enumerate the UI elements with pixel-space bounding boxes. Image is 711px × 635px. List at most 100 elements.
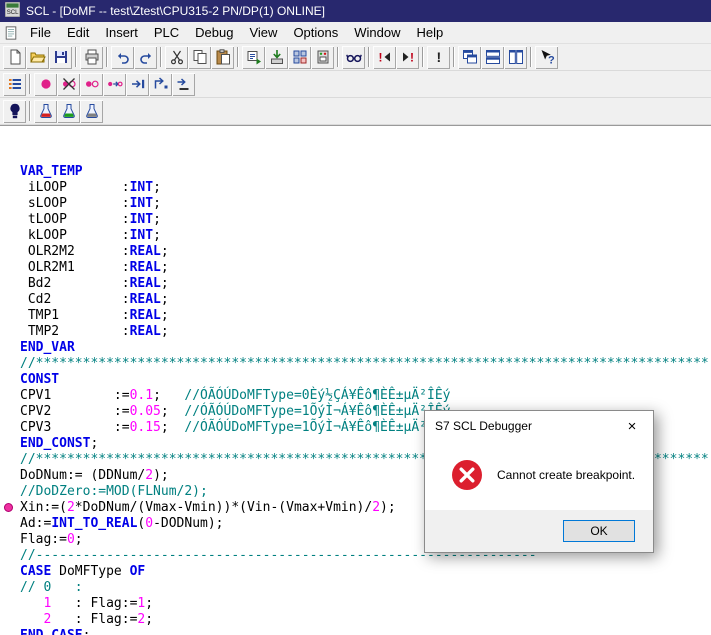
help-pointer-button[interactable]: ?	[535, 45, 558, 69]
menu-plc[interactable]: PLC	[146, 22, 187, 43]
code-line[interactable]: Cd2 :REAL;	[20, 292, 711, 308]
code-line[interactable]: kLOOP :INT;	[20, 228, 711, 244]
activate-breakpoints-button[interactable]	[80, 72, 103, 96]
flask-green-button[interactable]	[57, 99, 80, 123]
code-segment: //**************************************…	[20, 356, 709, 371]
dialog-close-button[interactable]: ×	[611, 411, 653, 441]
next-error-button[interactable]: !	[396, 45, 419, 69]
cascade-windows-icon	[462, 49, 478, 65]
code-segment: OF	[129, 564, 146, 579]
code-segment: ;	[90, 436, 99, 451]
menu-help[interactable]: Help	[409, 22, 452, 43]
code-line[interactable]: VAR_TEMP	[20, 164, 711, 180]
code-segment: Ad:=	[20, 516, 52, 531]
code-line[interactable]: CPV1 :=0.1; //ÓÃÓÚDoMFType=0Èý½ÇÁ¥Êô¶ÈÊ±…	[20, 388, 711, 404]
code-line[interactable]: // 0 :	[20, 580, 711, 596]
resume-button[interactable]	[103, 72, 126, 96]
next-error-icon: !	[400, 49, 416, 65]
compile-button[interactable]	[242, 45, 265, 69]
open-file-button[interactable]	[26, 45, 49, 69]
code-segment: TMP1 :	[20, 308, 130, 323]
glasses-icon	[345, 49, 362, 65]
code-line[interactable]: TMP1 :REAL;	[20, 308, 711, 324]
code-segment: ;	[160, 404, 185, 419]
delete-breakpoints-button[interactable]	[57, 72, 80, 96]
toolbar-separator	[453, 47, 455, 67]
copy-button[interactable]	[188, 45, 211, 69]
code-line[interactable]: END_CASE;	[20, 628, 711, 635]
menu-debug[interactable]: Debug	[187, 22, 241, 43]
tile-horizontal-button[interactable]	[481, 45, 504, 69]
menu-options[interactable]: Options	[285, 22, 346, 43]
undo-button[interactable]	[111, 45, 134, 69]
code-segment: ;	[160, 244, 169, 259]
new-file-button[interactable]	[3, 45, 26, 69]
code-segment: VAR_TEMP	[20, 164, 83, 179]
dialog-message: Cannot create breakpoint.	[497, 467, 636, 482]
toolbar-separator	[75, 47, 77, 67]
prev-error-button[interactable]: !	[373, 45, 396, 69]
menu-view[interactable]: View	[241, 22, 285, 43]
step-statement-button[interactable]	[126, 72, 149, 96]
cut-button[interactable]	[165, 45, 188, 69]
code-segment: CONST	[20, 372, 60, 387]
code-segment: );	[153, 468, 169, 483]
code-line[interactable]: END_VAR	[20, 340, 711, 356]
breakpoint-marker[interactable]	[4, 503, 13, 512]
ok-button[interactable]: OK	[563, 520, 635, 542]
toolbar-separator	[106, 47, 108, 67]
plc-state-button[interactable]	[311, 45, 334, 69]
toolbar-separator	[29, 101, 31, 121]
flask-red-button[interactable]	[34, 99, 57, 123]
code-segment: 0.05	[129, 404, 161, 419]
document-icon	[2, 25, 20, 41]
code-line[interactable]: Bd2 :REAL;	[20, 276, 711, 292]
dialog-title-bar: S7 SCL Debugger ×	[425, 411, 653, 441]
menu-edit[interactable]: Edit	[59, 22, 97, 43]
code-editor[interactable]: VAR_TEMP iLOOP :INT; sLOOP :INT; tLOOP :…	[0, 125, 711, 635]
code-line[interactable]: //**************************************…	[20, 356, 711, 372]
code-line[interactable]: sLOOP :INT;	[20, 196, 711, 212]
redo-button[interactable]	[134, 45, 157, 69]
code-segment: 0	[66, 532, 75, 547]
flask-gray-button[interactable]	[80, 99, 103, 123]
paste-button[interactable]	[211, 45, 234, 69]
code-line[interactable]: tLOOP :INT;	[20, 212, 711, 228]
code-segment: CPV1 :=	[20, 388, 130, 403]
code-line[interactable]: 1 : Flag:=1;	[20, 596, 711, 612]
menu-insert[interactable]: Insert	[97, 22, 146, 43]
code-line[interactable]: CONST	[20, 372, 711, 388]
code-line[interactable]: iLOOP :INT;	[20, 180, 711, 196]
lamp-button[interactable]	[3, 99, 26, 123]
code-line[interactable]: TMP2 :REAL;	[20, 324, 711, 340]
glasses-button[interactable]	[342, 45, 365, 69]
code-line[interactable]: OLR2M1 :REAL;	[20, 260, 711, 276]
app-icon: SCL	[4, 1, 21, 20]
code-segment: : Flag:=	[51, 612, 138, 627]
download-button[interactable]	[265, 45, 288, 69]
step-over-button[interactable]	[149, 72, 172, 96]
run-to-cursor-button[interactable]	[172, 72, 195, 96]
code-segment: REAL	[129, 276, 161, 291]
tile-vertical-button[interactable]	[504, 45, 527, 69]
code-segment: ;	[160, 260, 169, 275]
save-button[interactable]	[49, 45, 72, 69]
flask-red-icon	[38, 103, 54, 119]
error-list-button[interactable]: !	[427, 45, 450, 69]
toolbar-separator	[160, 47, 162, 67]
call-structure-button[interactable]	[3, 72, 26, 96]
code-line[interactable]: 2 : Flag:=2;	[20, 612, 711, 628]
cascade-windows-button[interactable]	[458, 45, 481, 69]
download-icon	[269, 49, 285, 65]
code-segment: //DoDZero:=MOD(FLNum/2);	[20, 484, 208, 499]
blocks-button[interactable]	[288, 45, 311, 69]
set-breakpoint-button[interactable]	[34, 72, 57, 96]
run-to-cursor-icon	[176, 76, 192, 92]
code-line[interactable]: CASE DoMFType OF	[20, 564, 711, 580]
code-segment: Cd2 :	[20, 292, 130, 307]
menu-file[interactable]: File	[22, 22, 59, 43]
menu-window[interactable]: Window	[346, 22, 408, 43]
code-segment: REAL	[129, 308, 161, 323]
code-line[interactable]: OLR2M2 :REAL;	[20, 244, 711, 260]
print-button[interactable]	[80, 45, 103, 69]
